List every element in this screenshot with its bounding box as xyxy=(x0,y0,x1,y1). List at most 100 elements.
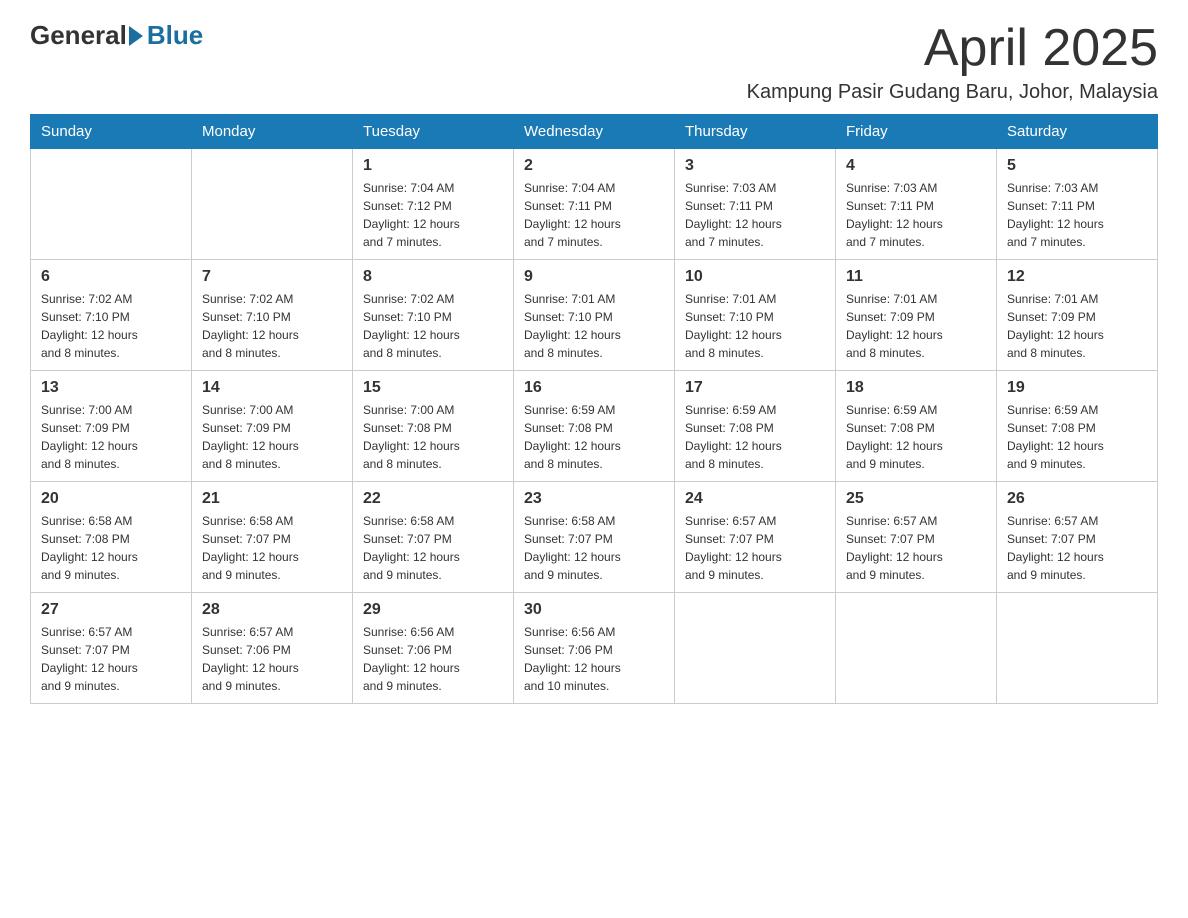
day-number: 20 xyxy=(41,490,181,508)
day-info: Sunrise: 7:02 AM Sunset: 7:10 PM Dayligh… xyxy=(202,290,342,362)
calendar-cell: 3 Sunrise: 7:03 AM Sunset: 7:11 PM Daylig… xyxy=(675,149,836,260)
calendar-cell: 4Sunrise: 7:03 AM Sunset: 7:11 PM Daylig… xyxy=(836,149,997,260)
day-number: 14 xyxy=(202,379,342,397)
calendar-cell: 6 Sunrise: 7:02 AM Sunset: 7:10 PM Daylig… xyxy=(31,260,192,371)
weekday-header-friday: Friday xyxy=(836,115,997,149)
day-info: Sunrise: 6:59 AM Sunset: 7:08 PM Dayligh… xyxy=(846,401,986,473)
day-info: Sunrise: 7:02 AM Sunset: 7:10 PM Dayligh… xyxy=(363,290,503,362)
calendar-week-5: 27 Sunrise: 6:57 AM Sunset: 7:07 PM Dayli… xyxy=(31,593,1158,704)
day-number: 17 xyxy=(685,379,825,397)
day-info: Sunrise: 6:58 AM Sunset: 7:07 PM Dayligh… xyxy=(363,512,503,584)
day-number: 25 xyxy=(846,490,986,508)
day-info: Sunrise: 6:57 AM Sunset: 7:07 PM Dayligh… xyxy=(1007,512,1147,584)
day-info: Sunrise: 7:01 AM Sunset: 7:09 PM Dayligh… xyxy=(1007,290,1147,362)
day-info: Sunrise: 7:03 AM Sunset: 7:11 PM Dayligh… xyxy=(685,179,825,251)
logo-blue-part: Blue xyxy=(127,20,203,51)
calendar-week-4: 20 Sunrise: 6:58 AM Sunset: 7:08 PM Dayli… xyxy=(31,482,1158,593)
logo-general-text: General xyxy=(30,20,127,51)
day-number: 22 xyxy=(363,490,503,508)
day-number: 27 xyxy=(41,601,181,619)
day-number: 15 xyxy=(363,379,503,397)
calendar-cell: 14Sunrise: 7:00 AM Sunset: 7:09 PM Dayli… xyxy=(192,371,353,482)
logo-blue-text: Blue xyxy=(147,20,203,51)
calendar-cell xyxy=(997,593,1158,704)
calendar-cell: 8 Sunrise: 7:02 AM Sunset: 7:10 PM Daylig… xyxy=(353,260,514,371)
logo-arrow-icon xyxy=(129,26,143,46)
calendar-cell: 18 Sunrise: 6:59 AM Sunset: 7:08 PM Dayli… xyxy=(836,371,997,482)
day-number: 26 xyxy=(1007,490,1147,508)
day-number: 3 xyxy=(685,157,825,175)
calendar-cell: 24 Sunrise: 6:57 AM Sunset: 7:07 PM Dayli… xyxy=(675,482,836,593)
weekday-header-tuesday: Tuesday xyxy=(353,115,514,149)
logo: General Blue xyxy=(30,20,203,51)
calendar-week-1: 1 Sunrise: 7:04 AM Sunset: 7:12 PM Daylig… xyxy=(31,149,1158,260)
calendar-cell: 16 Sunrise: 6:59 AM Sunset: 7:08 PM Dayli… xyxy=(514,371,675,482)
weekday-header-sunday: Sunday xyxy=(31,115,192,149)
day-info: Sunrise: 7:00 AM Sunset: 7:09 PM Dayligh… xyxy=(41,401,181,473)
day-number: 13 xyxy=(41,379,181,397)
day-info: Sunrise: 7:02 AM Sunset: 7:10 PM Dayligh… xyxy=(41,290,181,362)
calendar-cell: 2 Sunrise: 7:04 AM Sunset: 7:11 PM Daylig… xyxy=(514,149,675,260)
day-number: 1 xyxy=(363,157,503,175)
title-area: April 2025 Kampung Pasir Gudang Baru, Jo… xyxy=(747,20,1158,104)
calendar-cell: 23 Sunrise: 6:58 AM Sunset: 7:07 PM Dayli… xyxy=(514,482,675,593)
calendar-cell: 26 Sunrise: 6:57 AM Sunset: 7:07 PM Dayli… xyxy=(997,482,1158,593)
weekday-header-saturday: Saturday xyxy=(997,115,1158,149)
day-info: Sunrise: 7:03 AM Sunset: 7:11 PM Dayligh… xyxy=(846,179,986,251)
calendar-cell xyxy=(675,593,836,704)
calendar-cell xyxy=(836,593,997,704)
day-number: 23 xyxy=(524,490,664,508)
calendar-cell xyxy=(192,149,353,260)
day-number: 19 xyxy=(1007,379,1147,397)
calendar-cell: 11 Sunrise: 7:01 AM Sunset: 7:09 PM Dayli… xyxy=(836,260,997,371)
day-info: Sunrise: 6:57 AM Sunset: 7:07 PM Dayligh… xyxy=(41,623,181,695)
month-title: April 2025 xyxy=(747,20,1158,77)
day-info: Sunrise: 7:04 AM Sunset: 7:11 PM Dayligh… xyxy=(524,179,664,251)
day-number: 6 xyxy=(41,268,181,286)
calendar-cell xyxy=(31,149,192,260)
calendar-cell: 22 Sunrise: 6:58 AM Sunset: 7:07 PM Dayli… xyxy=(353,482,514,593)
calendar-cell: 30 Sunrise: 6:56 AM Sunset: 7:06 PM Dayli… xyxy=(514,593,675,704)
day-number: 7 xyxy=(202,268,342,286)
day-info: Sunrise: 7:01 AM Sunset: 7:09 PM Dayligh… xyxy=(846,290,986,362)
day-info: Sunrise: 7:01 AM Sunset: 7:10 PM Dayligh… xyxy=(524,290,664,362)
day-info: Sunrise: 6:59 AM Sunset: 7:08 PM Dayligh… xyxy=(1007,401,1147,473)
calendar-cell: 13 Sunrise: 7:00 AM Sunset: 7:09 PM Dayli… xyxy=(31,371,192,482)
calendar-cell: 25 Sunrise: 6:57 AM Sunset: 7:07 PM Dayli… xyxy=(836,482,997,593)
day-info: Sunrise: 7:00 AM Sunset: 7:08 PM Dayligh… xyxy=(363,401,503,473)
day-info: Sunrise: 6:57 AM Sunset: 7:07 PM Dayligh… xyxy=(685,512,825,584)
day-number: 2 xyxy=(524,157,664,175)
calendar-cell: 21 Sunrise: 6:58 AM Sunset: 7:07 PM Dayli… xyxy=(192,482,353,593)
day-number: 28 xyxy=(202,601,342,619)
day-info: Sunrise: 7:03 AM Sunset: 7:11 PM Dayligh… xyxy=(1007,179,1147,251)
calendar-cell: 29Sunrise: 6:56 AM Sunset: 7:06 PM Dayli… xyxy=(353,593,514,704)
calendar-cell: 7 Sunrise: 7:02 AM Sunset: 7:10 PM Daylig… xyxy=(192,260,353,371)
day-info: Sunrise: 6:58 AM Sunset: 7:08 PM Dayligh… xyxy=(41,512,181,584)
calendar-cell: 10Sunrise: 7:01 AM Sunset: 7:10 PM Dayli… xyxy=(675,260,836,371)
day-info: Sunrise: 7:01 AM Sunset: 7:10 PM Dayligh… xyxy=(685,290,825,362)
day-info: Sunrise: 6:56 AM Sunset: 7:06 PM Dayligh… xyxy=(524,623,664,695)
day-info: Sunrise: 6:56 AM Sunset: 7:06 PM Dayligh… xyxy=(363,623,503,695)
weekday-header-monday: Monday xyxy=(192,115,353,149)
day-number: 16 xyxy=(524,379,664,397)
day-info: Sunrise: 6:57 AM Sunset: 7:07 PM Dayligh… xyxy=(846,512,986,584)
location-title: Kampung Pasir Gudang Baru, Johor, Malays… xyxy=(747,81,1158,104)
calendar-cell: 1 Sunrise: 7:04 AM Sunset: 7:12 PM Daylig… xyxy=(353,149,514,260)
day-info: Sunrise: 7:04 AM Sunset: 7:12 PM Dayligh… xyxy=(363,179,503,251)
day-number: 8 xyxy=(363,268,503,286)
weekday-header-thursday: Thursday xyxy=(675,115,836,149)
calendar-table: SundayMondayTuesdayWednesdayThursdayFrid… xyxy=(30,114,1158,704)
weekday-header-row: SundayMondayTuesdayWednesdayThursdayFrid… xyxy=(31,115,1158,149)
day-number: 21 xyxy=(202,490,342,508)
day-number: 30 xyxy=(524,601,664,619)
day-info: Sunrise: 6:58 AM Sunset: 7:07 PM Dayligh… xyxy=(524,512,664,584)
calendar-cell: 15 Sunrise: 7:00 AM Sunset: 7:08 PM Dayli… xyxy=(353,371,514,482)
day-number: 24 xyxy=(685,490,825,508)
day-info: Sunrise: 6:59 AM Sunset: 7:08 PM Dayligh… xyxy=(524,401,664,473)
day-info: Sunrise: 6:58 AM Sunset: 7:07 PM Dayligh… xyxy=(202,512,342,584)
calendar-cell: 17Sunrise: 6:59 AM Sunset: 7:08 PM Dayli… xyxy=(675,371,836,482)
calendar-week-2: 6 Sunrise: 7:02 AM Sunset: 7:10 PM Daylig… xyxy=(31,260,1158,371)
day-number: 11 xyxy=(846,268,986,286)
calendar-cell: 5Sunrise: 7:03 AM Sunset: 7:11 PM Daylig… xyxy=(997,149,1158,260)
day-number: 18 xyxy=(846,379,986,397)
